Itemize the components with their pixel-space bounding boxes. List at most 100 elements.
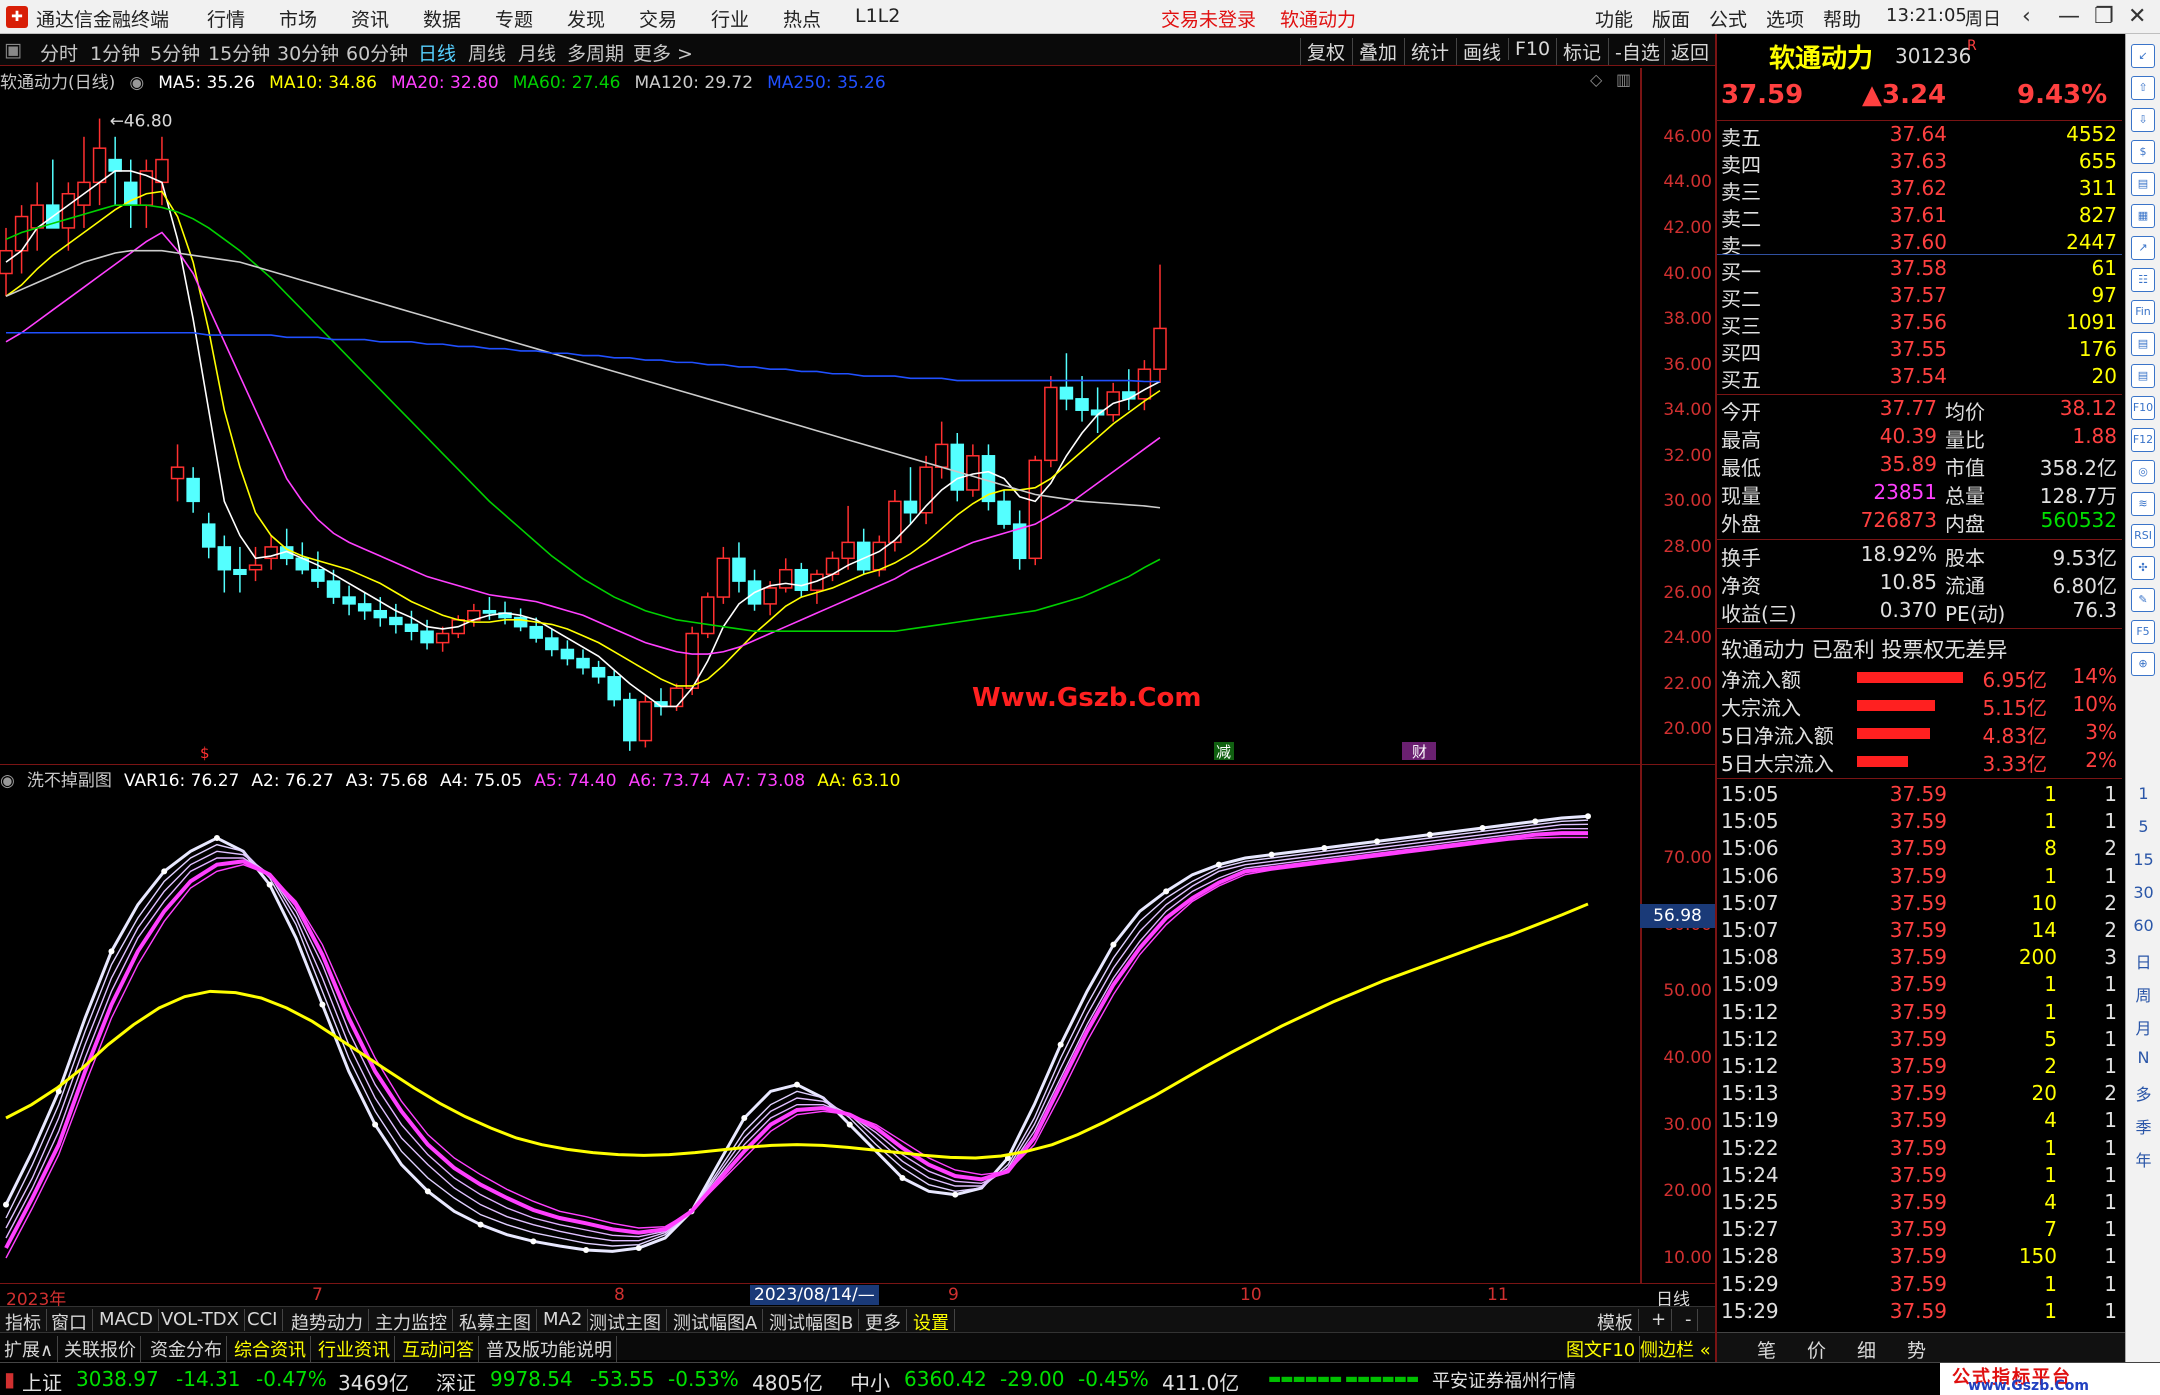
side-period-text[interactable]: 15: [2126, 850, 2160, 869]
tab-bi[interactable]: 笔: [1757, 1336, 1776, 1363]
menu-item-faxian[interactable]: 发现: [567, 5, 605, 32]
tab-xi[interactable]: 细: [1857, 1336, 1876, 1363]
btn-zixuan[interactable]: -自选: [1608, 38, 1660, 65]
menu-item-hangqing[interactable]: 行情: [207, 5, 245, 32]
menu-item-xuanxiang[interactable]: 选项: [1766, 5, 1804, 32]
tab-ceshifutu-b[interactable]: 测试幅图B: [764, 1309, 860, 1334]
side-tool-icon[interactable]: ⇩: [2131, 108, 2155, 132]
side-period-text[interactable]: 5: [2126, 817, 2160, 836]
menu-item-zixun[interactable]: 资讯: [351, 5, 389, 32]
btn-tongji[interactable]: 统计: [1404, 38, 1449, 65]
side-period-text[interactable]: 月: [2126, 1015, 2160, 1039]
period-more[interactable]: 更多 >: [633, 39, 693, 66]
login-status[interactable]: 交易未登录: [1161, 5, 1256, 32]
side-tool-icon[interactable]: $: [2131, 140, 2155, 164]
side-tool-icon[interactable]: ▤: [2131, 172, 2155, 196]
btn-f10[interactable]: F10: [1508, 38, 1550, 60]
side-tool-icon[interactable]: ↙: [2131, 44, 2155, 68]
btn-fanhui[interactable]: 返回: [1664, 38, 1709, 65]
btn-biaoji[interactable]: 标记: [1556, 38, 1601, 65]
menu-item-gongshi[interactable]: 公式: [1709, 5, 1747, 32]
period-monthly[interactable]: 月线: [518, 39, 556, 66]
side-period-text[interactable]: 年: [2126, 1147, 2160, 1171]
side-tool-icon[interactable]: ◎: [2131, 460, 2155, 484]
side-tool-icon[interactable]: ✎: [2131, 588, 2155, 612]
side-tool-icon[interactable]: ▤: [2131, 364, 2155, 388]
side-period-text[interactable]: 60: [2126, 916, 2160, 935]
side-tool-icon[interactable]: Fin: [2131, 300, 2155, 324]
tab-plus[interactable]: +: [1646, 1309, 1673, 1331]
tab-ceshizhutu[interactable]: 测试主图: [584, 1309, 667, 1334]
side-tool-icon[interactable]: ▦: [2131, 204, 2155, 228]
minimize-icon[interactable]: —: [2058, 4, 2080, 29]
sub-indicator-chart[interactable]: [0, 792, 1640, 1282]
tab-ceshifutu-a[interactable]: 测试幅图A: [668, 1309, 764, 1334]
menu-item-shuju[interactable]: 数据: [423, 5, 461, 32]
period-multi[interactable]: 多周期: [567, 39, 624, 66]
ext-hudongwenda[interactable]: 互动问答: [398, 1336, 479, 1362]
menu-item-banmian[interactable]: 版面: [1652, 5, 1690, 32]
side-tool-icon[interactable]: ☷: [2131, 268, 2155, 292]
menu-item-jiaoyi[interactable]: 交易: [639, 5, 677, 32]
sh-name[interactable]: 上证: [22, 1367, 62, 1395]
chart-diamond-icon[interactable]: ◇: [1590, 70, 1602, 89]
zx-name[interactable]: 中小: [850, 1367, 890, 1395]
period-15min[interactable]: 15分钟: [208, 39, 270, 66]
ext-kuozhan[interactable]: 扩展∧: [0, 1336, 59, 1362]
sub-indicator-icon[interactable]: ◉: [0, 771, 15, 791]
tab-simuzhutu[interactable]: 私募主图: [454, 1309, 537, 1334]
maximize-icon[interactable]: ❐: [2094, 4, 2114, 29]
tab-zhibiao[interactable]: 指标: [0, 1309, 47, 1334]
tab-gengduo[interactable]: 更多: [860, 1309, 907, 1334]
btn-sidebar[interactable]: 侧边栏 «: [1636, 1336, 1715, 1362]
tab-vol-tdx[interactable]: VOL-TDX: [156, 1309, 245, 1331]
menu-item-bangzhu[interactable]: 帮助: [1823, 5, 1861, 32]
back-arrow-icon[interactable]: ‹: [2022, 4, 2031, 29]
side-tool-icon[interactable]: ⇧: [2131, 76, 2155, 100]
close-icon[interactable]: ✕: [2128, 4, 2146, 29]
ext-zijinfenbu[interactable]: 资金分布: [146, 1336, 227, 1362]
side-tool-icon[interactable]: F10: [2131, 396, 2155, 420]
menu-item-l1l2[interactable]: L1L2: [855, 5, 900, 27]
tab-shi[interactable]: 势: [1907, 1336, 1926, 1363]
tab-minus[interactable]: -: [1680, 1309, 1698, 1331]
btn-huaxian[interactable]: 画线: [1456, 38, 1501, 65]
menu-item-hangye[interactable]: 行业: [711, 5, 749, 32]
side-period-text[interactable]: 多: [2126, 1081, 2160, 1105]
menu-item-zhuanti[interactable]: 专题: [495, 5, 533, 32]
period-weekly[interactable]: 周线: [468, 39, 506, 66]
ext-hangyezixun[interactable]: 行业资讯: [314, 1336, 395, 1362]
menu-item-gongneng[interactable]: 功能: [1595, 5, 1633, 32]
side-tool-icon[interactable]: ≋: [2131, 492, 2155, 516]
btn-fuquan[interactable]: 复权: [1300, 38, 1345, 65]
tab-chuangkou[interactable]: 窗口: [46, 1309, 93, 1334]
tab-moban[interactable]: 模板: [1592, 1309, 1639, 1334]
tab-shezhi[interactable]: 设置: [908, 1309, 955, 1334]
side-period-text[interactable]: 日: [2126, 949, 2160, 973]
side-tool-icon[interactable]: ⊕: [2131, 652, 2155, 676]
side-period-text[interactable]: 周: [2126, 982, 2160, 1006]
chart-expand-icon[interactable]: ▥: [1616, 70, 1631, 89]
indicator-toggle-icon[interactable]: ◉: [129, 73, 144, 93]
btn-diejia[interactable]: 叠加: [1352, 38, 1397, 65]
candlestick-chart[interactable]: ←46.80 ↖19.05 Www.Gszb.Com $ 减 财: [0, 94, 1640, 762]
ext-guanlianbaojia[interactable]: 关联报价: [60, 1336, 141, 1362]
period-60min[interactable]: 60分钟: [346, 39, 408, 66]
period-daily[interactable]: 日线: [418, 39, 456, 66]
menu-item-redian[interactable]: 热点: [783, 5, 821, 32]
btn-tuwen-f10[interactable]: 图文F10: [1562, 1336, 1641, 1362]
menu-item-shichang[interactable]: 市场: [279, 5, 317, 32]
period-30min[interactable]: 30分钟: [277, 39, 339, 66]
ext-pujiban[interactable]: 普及版功能说明: [482, 1336, 617, 1362]
tab-qushidongli[interactable]: 趋势动力: [286, 1309, 369, 1334]
tab-jia[interactable]: 价: [1807, 1336, 1826, 1363]
ext-zonghezixun[interactable]: 综合资讯: [230, 1336, 311, 1362]
side-tool-icon[interactable]: ▤: [2131, 332, 2155, 356]
period-5min[interactable]: 5分钟: [150, 39, 200, 66]
tab-zhulijiankong[interactable]: 主力监控: [370, 1309, 453, 1334]
side-tool-icon[interactable]: F5: [2131, 620, 2155, 644]
side-tool-icon[interactable]: F12: [2131, 428, 2155, 452]
side-period-text[interactable]: 30: [2126, 883, 2160, 902]
panel-toggle-icon[interactable]: ▣: [4, 39, 22, 61]
side-period-text[interactable]: N: [2126, 1048, 2160, 1067]
